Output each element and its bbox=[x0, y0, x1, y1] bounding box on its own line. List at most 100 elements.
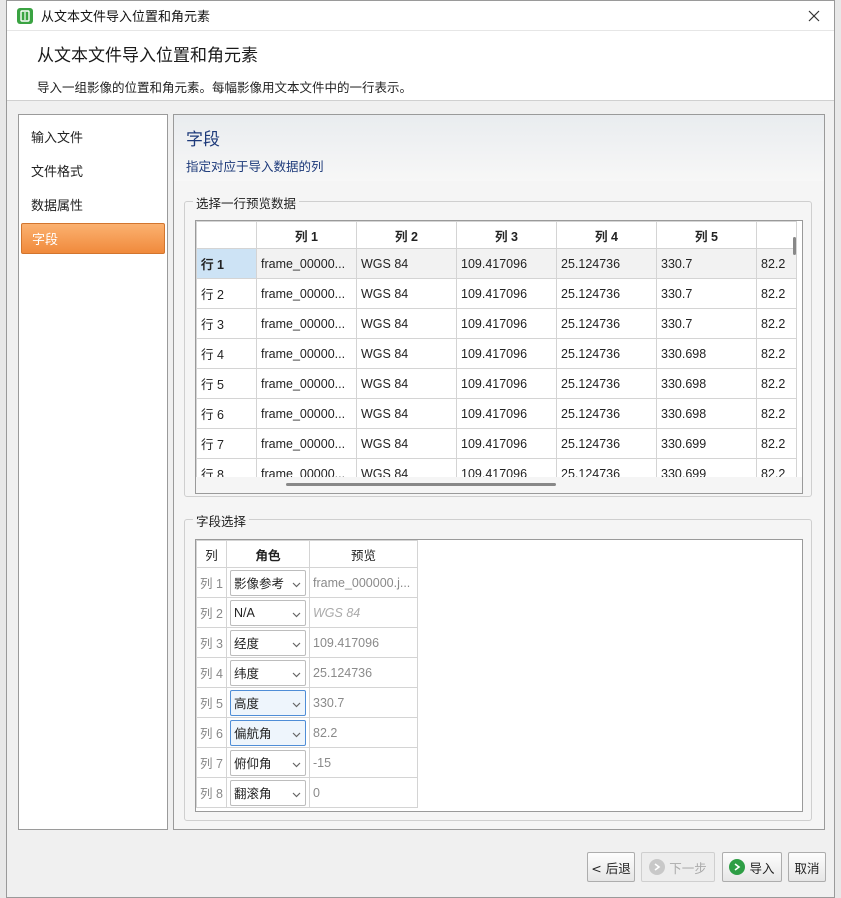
table-cell[interactable]: 82.2 bbox=[756, 368, 797, 399]
table-cell[interactable]: 330.7 bbox=[656, 278, 757, 309]
field-header-row: 列 角色 预览 bbox=[196, 540, 418, 568]
table-row[interactable]: 行 6 frame_00000... WGS 84 109.417096 25.1247… bbox=[196, 398, 797, 429]
table-cell[interactable]: frame_00000... bbox=[256, 368, 357, 399]
table-cell[interactable]: 25.124736 bbox=[556, 428, 657, 459]
role-value: 高度 bbox=[234, 697, 260, 711]
row-header[interactable]: 行 5 bbox=[196, 368, 257, 399]
row-header[interactable]: 行 7 bbox=[196, 428, 257, 459]
column-header[interactable]: 列 5 bbox=[656, 221, 757, 249]
table-cell[interactable]: 25.124736 bbox=[556, 308, 657, 339]
field-row: 列 6 偏航角 82.2 bbox=[196, 717, 418, 748]
role-cell: 偏航角 bbox=[226, 717, 310, 748]
table-cell[interactable]: frame_00000... bbox=[256, 338, 357, 369]
field-column-name: 列 6 bbox=[196, 717, 227, 748]
table-row[interactable]: 行 5 frame_00000... WGS 84 109.417096 25.1247… bbox=[196, 368, 797, 399]
column-header[interactable]: 列 2 bbox=[356, 221, 457, 249]
role-dropdown[interactable]: 翻滚角 bbox=[230, 779, 306, 806]
table-cell[interactable]: 330.7 bbox=[656, 308, 757, 339]
table-row[interactable]: 行 2 frame_00000... WGS 84 109.417096 25.1247… bbox=[196, 278, 797, 309]
step-file-format[interactable]: 文件格式 bbox=[21, 155, 165, 186]
table-row[interactable]: 行 3 frame_00000... WGS 84 109.417096 25.1247… bbox=[196, 308, 797, 339]
table-cell[interactable]: 330.699 bbox=[656, 428, 757, 459]
preview-table-frame: 列 1 列 2 列 3 列 4 列 5 行 1 frame_00000... WGS… bbox=[195, 220, 803, 494]
row-header[interactable]: 行 4 bbox=[196, 338, 257, 369]
table-cell[interactable]: 109.417096 bbox=[456, 278, 557, 309]
field-row: 列 7 俯仰角 -15 bbox=[196, 747, 418, 778]
table-cell[interactable]: 82.2 bbox=[756, 308, 797, 339]
table-cell[interactable]: 25.124736 bbox=[556, 248, 657, 279]
next-button[interactable]: 下一步 bbox=[641, 852, 715, 882]
table-cell[interactable]: WGS 84 bbox=[356, 248, 457, 279]
table-cell[interactable]: 109.417096 bbox=[456, 338, 557, 369]
table-cell[interactable]: WGS 84 bbox=[356, 308, 457, 339]
table-cell[interactable]: 82.2 bbox=[756, 338, 797, 369]
column-header[interactable]: 列 3 bbox=[456, 221, 557, 249]
table-cell[interactable]: frame_00000... bbox=[256, 308, 357, 339]
role-dropdown[interactable]: 经度 bbox=[230, 629, 306, 656]
table-cell[interactable]: WGS 84 bbox=[356, 278, 457, 309]
table-cell[interactable]: 82.2 bbox=[756, 278, 797, 309]
table-cell[interactable]: frame_00000... bbox=[256, 278, 357, 309]
table-cell[interactable]: 82.2 bbox=[756, 398, 797, 429]
table-cell[interactable]: 109.417096 bbox=[456, 428, 557, 459]
vertical-scrollbar[interactable] bbox=[793, 237, 796, 255]
table-cell[interactable]: 330.7 bbox=[656, 248, 757, 279]
role-dropdown[interactable]: 高度 bbox=[230, 689, 306, 716]
preview-group-label: 选择一行预览数据 bbox=[193, 193, 300, 212]
column-header[interactable]: 列 1 bbox=[256, 221, 357, 249]
table-cell[interactable]: 82.2 bbox=[756, 248, 797, 279]
table-cell[interactable]: 82.2 bbox=[756, 428, 797, 459]
wizard-subtitle: 导入一组影像的位置和角元素。每幅影像用文本文件中的一行表示。 bbox=[37, 80, 413, 95]
table-cell[interactable]: frame_00000... bbox=[256, 248, 357, 279]
table-cell[interactable]: 330.698 bbox=[656, 398, 757, 429]
table-cell[interactable]: frame_00000... bbox=[256, 398, 357, 429]
import-dialog: 从文本文件导入位置和角元素 从文本文件导入位置和角元素 导入一组影像的位置和角元… bbox=[6, 0, 835, 898]
table-cell[interactable]: 25.124736 bbox=[556, 368, 657, 399]
role-dropdown[interactable]: 俯仰角 bbox=[230, 749, 306, 776]
field-selection-group: 字段选择 列 角色 预览 列 1 影像参考 frame_000000.j... 列 2… bbox=[184, 511, 812, 821]
table-row[interactable]: 行 7 frame_00000... WGS 84 109.417096 25.1247… bbox=[196, 428, 797, 459]
field-header-col: 列 bbox=[196, 540, 227, 568]
table-cell[interactable]: 109.417096 bbox=[456, 398, 557, 429]
table-row[interactable]: 行 4 frame_00000... WGS 84 109.417096 25.1247… bbox=[196, 338, 797, 369]
table-cell[interactable]: 109.417096 bbox=[456, 248, 557, 279]
back-button[interactable]: < 后退 bbox=[587, 852, 635, 882]
role-dropdown[interactable]: 偏航角 bbox=[230, 719, 306, 746]
step-fields[interactable]: 字段 bbox=[21, 223, 165, 254]
step-data-properties[interactable]: 数据属性 bbox=[21, 189, 165, 220]
table-cell[interactable]: WGS 84 bbox=[356, 338, 457, 369]
table-cell[interactable]: WGS 84 bbox=[356, 398, 457, 429]
table-cell[interactable]: 330.698 bbox=[656, 338, 757, 369]
wizard-steps: 输入文件 文件格式 数据属性 字段 bbox=[18, 114, 168, 830]
next-label: 下一步 bbox=[669, 860, 707, 876]
horizontal-scrollbar[interactable] bbox=[286, 483, 556, 486]
field-header-role: 角色 bbox=[226, 540, 310, 568]
table-cell[interactable]: 109.417096 bbox=[456, 368, 557, 399]
table-cell[interactable]: WGS 84 bbox=[356, 368, 457, 399]
row-header[interactable]: 行 1 bbox=[196, 248, 257, 279]
table-cell[interactable]: 25.124736 bbox=[556, 398, 657, 429]
column-header bbox=[756, 221, 797, 249]
row-header[interactable]: 行 2 bbox=[196, 278, 257, 309]
table-cell[interactable]: 25.124736 bbox=[556, 338, 657, 369]
field-row: 列 8 翻滚角 0 bbox=[196, 777, 418, 808]
field-row: 列 5 高度 330.7 bbox=[196, 687, 418, 718]
cancel-button[interactable]: 取消 bbox=[788, 852, 826, 882]
role-dropdown[interactable]: N/A bbox=[230, 599, 306, 626]
close-icon[interactable] bbox=[794, 1, 834, 31]
table-row[interactable]: 行 1 frame_00000... WGS 84 109.417096 25.1247… bbox=[196, 248, 797, 279]
table-cell[interactable]: 25.124736 bbox=[556, 278, 657, 309]
role-value: 纬度 bbox=[234, 667, 260, 681]
table-cell[interactable]: 330.698 bbox=[656, 368, 757, 399]
table-cell[interactable]: frame_00000... bbox=[256, 428, 357, 459]
row-header[interactable]: 行 6 bbox=[196, 398, 257, 429]
table-cell[interactable]: 109.417096 bbox=[456, 308, 557, 339]
table-cell[interactable]: WGS 84 bbox=[356, 428, 457, 459]
import-button[interactable]: 导入 bbox=[722, 852, 782, 882]
column-header[interactable]: 列 4 bbox=[556, 221, 657, 249]
step-input-file[interactable]: 输入文件 bbox=[21, 121, 165, 152]
role-dropdown[interactable]: 纬度 bbox=[230, 659, 306, 686]
row-header[interactable]: 行 3 bbox=[196, 308, 257, 339]
field-row: 列 3 经度 109.417096 bbox=[196, 627, 418, 658]
role-dropdown[interactable]: 影像参考 bbox=[230, 569, 306, 596]
